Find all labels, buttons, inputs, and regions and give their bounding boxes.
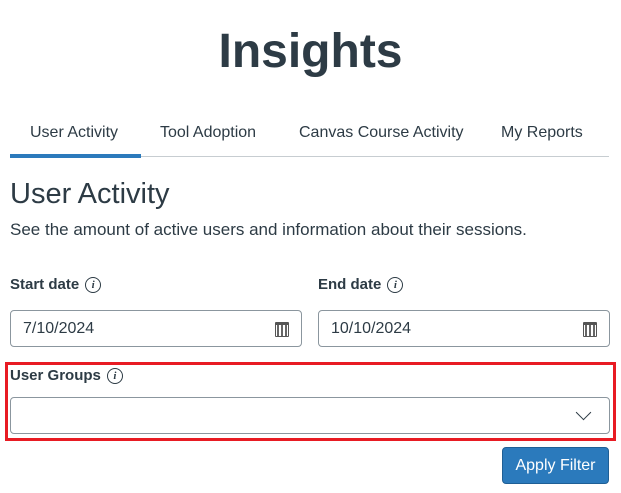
section-title: User Activity <box>10 178 170 210</box>
end-date-label-text: End date <box>318 276 382 293</box>
info-icon[interactable]: i <box>85 276 102 293</box>
user-groups-label-text: User Groups <box>10 367 101 384</box>
start-date-label: Start date i <box>10 276 102 293</box>
tab-selected-indicator <box>10 154 141 158</box>
start-date-value: 7/10/2024 <box>23 319 95 337</box>
start-date-input[interactable]: 7/10/2024 <box>10 310 302 347</box>
end-date-label: End date i <box>318 276 404 293</box>
end-date-input[interactable]: 10/10/2024 <box>318 310 610 347</box>
tab-tool-adoption[interactable]: Tool Adoption <box>160 124 256 142</box>
apply-filter-button[interactable]: Apply Filter <box>502 447 609 484</box>
tab-user-activity[interactable]: User Activity <box>30 124 118 142</box>
user-groups-select[interactable] <box>10 397 610 434</box>
page-title: Insights <box>218 25 403 78</box>
chevron-down-icon <box>575 404 592 421</box>
info-icon[interactable]: i <box>106 367 123 384</box>
calendar-icon[interactable] <box>275 322 289 337</box>
tab-my-reports[interactable]: My Reports <box>501 124 583 142</box>
start-date-label-text: Start date <box>10 276 80 293</box>
info-icon[interactable]: i <box>387 276 404 293</box>
user-groups-label: User Groups i <box>10 367 123 384</box>
calendar-icon[interactable] <box>583 322 597 337</box>
tab-canvas-course-activity[interactable]: Canvas Course Activity <box>299 124 464 142</box>
section-description: See the amount of active users and infor… <box>10 220 527 239</box>
end-date-value: 10/10/2024 <box>331 319 412 337</box>
